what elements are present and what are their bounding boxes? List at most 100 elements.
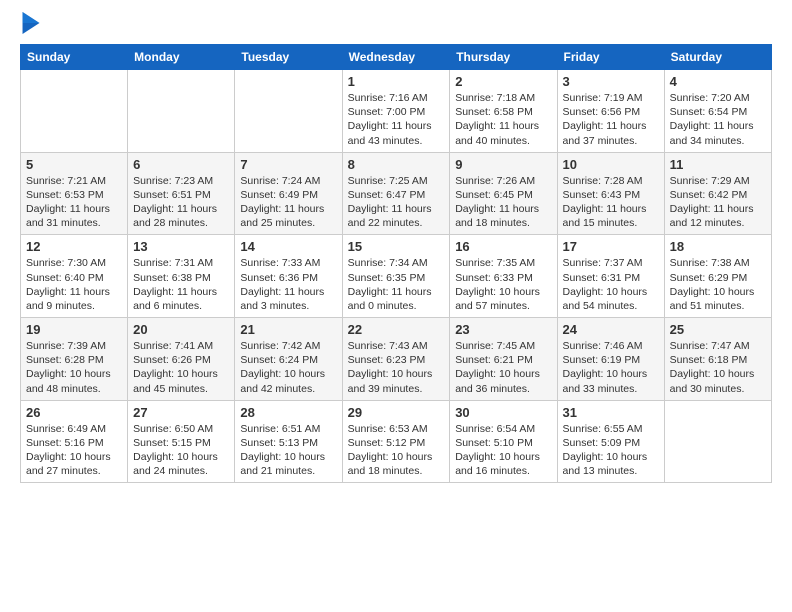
- day-number: 3: [563, 74, 659, 89]
- table-row: 7 Sunrise: 7:24 AM Sunset: 6:49 PM Daylig…: [235, 152, 342, 235]
- calendar-week-2: 5Sunrise: 7:21 AM Sunset: 6:53 PM Daylig…: [21, 152, 772, 235]
- table-row: [235, 70, 342, 153]
- col-thursday: Thursday: [450, 45, 557, 70]
- table-row: 10 Sunrise: 7:28 AM Sunset: 6:43 PM Dayli…: [557, 152, 664, 235]
- day-info: Sunrise: 7:16 AM Sunset: 7:00 PM Dayligh…: [348, 91, 445, 148]
- header-row: Sunday Monday Tuesday Wednesday Thursday…: [21, 45, 772, 70]
- table-row: 17 Sunrise: 7:37 AM Sunset: 6:31 PM Dayli…: [557, 235, 664, 318]
- day-number: 26: [26, 405, 122, 420]
- day-number: 8: [348, 157, 445, 172]
- col-sunday: Sunday: [21, 45, 128, 70]
- col-friday: Friday: [557, 45, 664, 70]
- table-row: 1Sunrise: 7:16 AM Sunset: 7:00 PM Daylig…: [342, 70, 450, 153]
- day-number: 17: [563, 239, 659, 254]
- day-number: 11: [670, 157, 766, 172]
- day-info: Sunrise: 6:49 AM Sunset: 5:16 PM Dayligh…: [26, 422, 122, 479]
- day-info: Sunrise: 7:25 AM Sunset: 6:47 PM Dayligh…: [348, 174, 445, 231]
- day-number: 31: [563, 405, 659, 420]
- day-info: Sunrise: 6:50 AM Sunset: 5:15 PM Dayligh…: [133, 422, 229, 479]
- calendar-table: Sunday Monday Tuesday Wednesday Thursday…: [20, 44, 772, 483]
- day-number: 2: [455, 74, 551, 89]
- calendar-week-3: 12Sunrise: 7:30 AM Sunset: 6:40 PM Dayli…: [21, 235, 772, 318]
- day-number: 4: [670, 74, 766, 89]
- table-row: 6 Sunrise: 7:23 AM Sunset: 6:51 PM Daylig…: [128, 152, 235, 235]
- table-row: 29 Sunrise: 6:53 AM Sunset: 5:12 PM Dayli…: [342, 400, 450, 483]
- logo: [20, 16, 40, 34]
- day-number: 7: [240, 157, 336, 172]
- day-info: Sunrise: 7:26 AM Sunset: 6:45 PM Dayligh…: [455, 174, 551, 231]
- day-info: Sunrise: 7:28 AM Sunset: 6:43 PM Dayligh…: [563, 174, 659, 231]
- table-row: 22 Sunrise: 7:43 AM Sunset: 6:23 PM Dayli…: [342, 318, 450, 401]
- table-row: 15Sunrise: 7:34 AM Sunset: 6:35 PM Dayli…: [342, 235, 450, 318]
- day-info: Sunrise: 7:31 AM Sunset: 6:38 PM Dayligh…: [133, 256, 229, 313]
- table-row: 18Sunrise: 7:38 AM Sunset: 6:29 PM Dayli…: [664, 235, 771, 318]
- day-number: 15: [348, 239, 445, 254]
- table-row: 24 Sunrise: 7:46 AM Sunset: 6:19 PM Dayli…: [557, 318, 664, 401]
- table-row: 3 Sunrise: 7:19 AM Sunset: 6:56 PM Daylig…: [557, 70, 664, 153]
- table-row: 30 Sunrise: 6:54 AM Sunset: 5:10 PM Dayli…: [450, 400, 557, 483]
- table-row: 28Sunrise: 6:51 AM Sunset: 5:13 PM Dayli…: [235, 400, 342, 483]
- day-info: Sunrise: 7:33 AM Sunset: 6:36 PM Dayligh…: [240, 256, 336, 313]
- day-number: 20: [133, 322, 229, 337]
- day-info: Sunrise: 6:54 AM Sunset: 5:10 PM Dayligh…: [455, 422, 551, 479]
- page: Sunday Monday Tuesday Wednesday Thursday…: [0, 0, 792, 495]
- day-info: Sunrise: 7:46 AM Sunset: 6:19 PM Dayligh…: [563, 339, 659, 396]
- table-row: 8 Sunrise: 7:25 AM Sunset: 6:47 PM Daylig…: [342, 152, 450, 235]
- day-number: 30: [455, 405, 551, 420]
- day-number: 19: [26, 322, 122, 337]
- table-row: 25 Sunrise: 7:47 AM Sunset: 6:18 PM Dayli…: [664, 318, 771, 401]
- table-row: 14 Sunrise: 7:33 AM Sunset: 6:36 PM Dayli…: [235, 235, 342, 318]
- day-number: 27: [133, 405, 229, 420]
- day-info: Sunrise: 6:51 AM Sunset: 5:13 PM Dayligh…: [240, 422, 336, 479]
- day-number: 5: [26, 157, 122, 172]
- day-info: Sunrise: 6:53 AM Sunset: 5:12 PM Dayligh…: [348, 422, 445, 479]
- table-row: 4 Sunrise: 7:20 AM Sunset: 6:54 PM Daylig…: [664, 70, 771, 153]
- day-number: 12: [26, 239, 122, 254]
- table-row: 23Sunrise: 7:45 AM Sunset: 6:21 PM Dayli…: [450, 318, 557, 401]
- day-info: Sunrise: 7:43 AM Sunset: 6:23 PM Dayligh…: [348, 339, 445, 396]
- table-row: 5Sunrise: 7:21 AM Sunset: 6:53 PM Daylig…: [21, 152, 128, 235]
- col-wednesday: Wednesday: [342, 45, 450, 70]
- table-row: 20 Sunrise: 7:41 AM Sunset: 6:26 PM Dayli…: [128, 318, 235, 401]
- header: [20, 16, 772, 34]
- day-info: Sunrise: 7:24 AM Sunset: 6:49 PM Dayligh…: [240, 174, 336, 231]
- day-info: Sunrise: 7:41 AM Sunset: 6:26 PM Dayligh…: [133, 339, 229, 396]
- table-row: [664, 400, 771, 483]
- day-info: Sunrise: 6:55 AM Sunset: 5:09 PM Dayligh…: [563, 422, 659, 479]
- day-info: Sunrise: 7:19 AM Sunset: 6:56 PM Dayligh…: [563, 91, 659, 148]
- day-info: Sunrise: 7:47 AM Sunset: 6:18 PM Dayligh…: [670, 339, 766, 396]
- day-info: Sunrise: 7:35 AM Sunset: 6:33 PM Dayligh…: [455, 256, 551, 313]
- day-number: 13: [133, 239, 229, 254]
- day-number: 29: [348, 405, 445, 420]
- col-monday: Monday: [128, 45, 235, 70]
- day-number: 16: [455, 239, 551, 254]
- day-info: Sunrise: 7:20 AM Sunset: 6:54 PM Dayligh…: [670, 91, 766, 148]
- day-info: Sunrise: 7:29 AM Sunset: 6:42 PM Dayligh…: [670, 174, 766, 231]
- day-number: 24: [563, 322, 659, 337]
- day-number: 10: [563, 157, 659, 172]
- col-saturday: Saturday: [664, 45, 771, 70]
- day-number: 9: [455, 157, 551, 172]
- day-info: Sunrise: 7:18 AM Sunset: 6:58 PM Dayligh…: [455, 91, 551, 148]
- logo-triangle-icon: [22, 12, 40, 34]
- table-row: [128, 70, 235, 153]
- day-number: 6: [133, 157, 229, 172]
- day-info: Sunrise: 7:23 AM Sunset: 6:51 PM Dayligh…: [133, 174, 229, 231]
- day-number: 21: [240, 322, 336, 337]
- table-row: 26 Sunrise: 6:49 AM Sunset: 5:16 PM Dayli…: [21, 400, 128, 483]
- day-number: 25: [670, 322, 766, 337]
- table-row: 9 Sunrise: 7:26 AM Sunset: 6:45 PM Daylig…: [450, 152, 557, 235]
- day-info: Sunrise: 7:39 AM Sunset: 6:28 PM Dayligh…: [26, 339, 122, 396]
- table-row: [21, 70, 128, 153]
- day-info: Sunrise: 7:37 AM Sunset: 6:31 PM Dayligh…: [563, 256, 659, 313]
- day-info: Sunrise: 7:45 AM Sunset: 6:21 PM Dayligh…: [455, 339, 551, 396]
- table-row: 2 Sunrise: 7:18 AM Sunset: 6:58 PM Daylig…: [450, 70, 557, 153]
- col-tuesday: Tuesday: [235, 45, 342, 70]
- table-row: 27 Sunrise: 6:50 AM Sunset: 5:15 PM Dayli…: [128, 400, 235, 483]
- day-number: 14: [240, 239, 336, 254]
- day-info: Sunrise: 7:42 AM Sunset: 6:24 PM Dayligh…: [240, 339, 336, 396]
- day-number: 22: [348, 322, 445, 337]
- table-row: 13 Sunrise: 7:31 AM Sunset: 6:38 PM Dayli…: [128, 235, 235, 318]
- table-row: 12Sunrise: 7:30 AM Sunset: 6:40 PM Dayli…: [21, 235, 128, 318]
- table-row: 21 Sunrise: 7:42 AM Sunset: 6:24 PM Dayli…: [235, 318, 342, 401]
